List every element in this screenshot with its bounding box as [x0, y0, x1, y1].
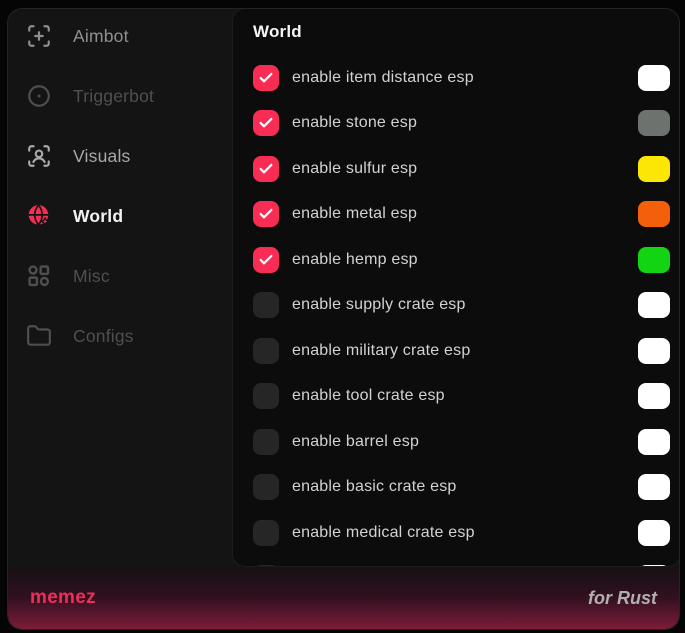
- sidebar-item-label: Triggerbot: [73, 86, 154, 107]
- sidebar-item-misc[interactable]: Misc: [25, 254, 233, 298]
- esp-color-swatch[interactable]: [638, 474, 670, 500]
- esp-setting-row: enable metal esp: [233, 192, 679, 238]
- sidebar: Aimbot Triggerbot Visuals World Misc Con…: [8, 9, 233, 567]
- esp-setting-label: enable military crate esp: [292, 342, 638, 360]
- esp-setting-label: enable medical crate esp: [292, 524, 638, 542]
- sidebar-item-label: Configs: [73, 326, 134, 347]
- sidebar-item-aimbot[interactable]: Aimbot: [25, 14, 233, 58]
- esp-checkbox[interactable]: [253, 474, 279, 500]
- esp-checkbox[interactable]: [253, 292, 279, 318]
- checkmark-icon: [258, 252, 274, 268]
- page-title: World: [253, 22, 302, 42]
- checkmark-icon: [258, 206, 274, 222]
- globe-icon: [25, 202, 53, 230]
- esp-color-swatch[interactable]: [638, 292, 670, 318]
- esp-checkbox[interactable]: [253, 520, 279, 546]
- esp-setting-label: enable tool crate esp: [292, 387, 638, 405]
- esp-color-swatch[interactable]: [638, 110, 670, 136]
- esp-color-swatch[interactable]: [638, 338, 670, 364]
- esp-setting-row: enable supply crate esp: [233, 283, 679, 329]
- esp-setting-label: enable sulfur esp: [292, 160, 638, 178]
- cheat-menu-window: Aimbot Triggerbot Visuals World Misc Con…: [8, 9, 679, 629]
- esp-checkbox[interactable]: [253, 247, 279, 273]
- crosshair-scan-icon: [25, 22, 53, 50]
- esp-checkbox[interactable]: [253, 429, 279, 455]
- esp-setting-label: enable supply crate esp: [292, 296, 638, 314]
- esp-color-swatch[interactable]: [638, 247, 670, 273]
- settings-list: enable item distance esp enable stone es…: [233, 55, 679, 566]
- esp-setting-row: enable military crate esp: [233, 328, 679, 374]
- folder-icon: [25, 322, 53, 350]
- circle-dot-icon: [25, 82, 53, 110]
- esp-setting-label: enable metal esp: [292, 205, 638, 223]
- esp-setting-row: enable basic crate esp: [233, 465, 679, 511]
- esp-checkbox[interactable]: [253, 565, 279, 566]
- esp-checkbox[interactable]: [253, 383, 279, 409]
- esp-setting-row: enable hemp esp: [233, 237, 679, 283]
- esp-color-swatch[interactable]: [638, 429, 670, 455]
- esp-checkbox[interactable]: [253, 65, 279, 91]
- esp-setting-label: enable barrel esp: [292, 433, 638, 451]
- esp-setting-label: enable basic crate esp: [292, 478, 638, 496]
- brand-suffix: for Rust: [588, 588, 657, 609]
- esp-color-swatch[interactable]: [638, 565, 670, 566]
- esp-color-swatch[interactable]: [638, 201, 670, 227]
- esp-checkbox[interactable]: [253, 201, 279, 227]
- sidebar-item-configs[interactable]: Configs: [25, 314, 233, 358]
- brand-logo: memez: [30, 587, 96, 609]
- shapes-grid-icon: [25, 262, 53, 290]
- esp-checkbox[interactable]: [253, 110, 279, 136]
- checkmark-icon: [258, 70, 274, 86]
- sidebar-item-label: Aimbot: [73, 26, 129, 47]
- sidebar-item-world[interactable]: World: [25, 194, 233, 238]
- esp-setting-row: enable stone esp: [233, 101, 679, 147]
- esp-setting-label: enable stone esp: [292, 114, 638, 132]
- sidebar-item-label: Visuals: [73, 146, 131, 167]
- world-panel: World enable item distance esp enable st…: [233, 9, 679, 566]
- esp-color-swatch[interactable]: [638, 520, 670, 546]
- checkmark-icon: [258, 115, 274, 131]
- esp-color-swatch[interactable]: [638, 65, 670, 91]
- footer-bar: memez for Rust: [8, 567, 679, 629]
- sidebar-item-visuals[interactable]: Visuals: [25, 134, 233, 178]
- sidebar-item-label: World: [73, 206, 123, 227]
- esp-setting-row: enable medical crate esp: [233, 510, 679, 556]
- esp-setting-row: enable sulfur esp: [233, 146, 679, 192]
- esp-setting-row: enable item distance esp: [233, 55, 679, 101]
- esp-checkbox[interactable]: [253, 156, 279, 182]
- esp-setting-row: [233, 556, 679, 567]
- esp-setting-row: enable barrel esp: [233, 419, 679, 465]
- esp-setting-label: enable hemp esp: [292, 251, 638, 269]
- esp-color-swatch[interactable]: [638, 156, 670, 182]
- sidebar-item-triggerbot[interactable]: Triggerbot: [25, 74, 233, 118]
- esp-checkbox[interactable]: [253, 338, 279, 364]
- sidebar-item-label: Misc: [73, 266, 110, 287]
- esp-color-swatch[interactable]: [638, 383, 670, 409]
- user-scan-icon: [25, 142, 53, 170]
- esp-setting-label: enable item distance esp: [292, 69, 638, 87]
- checkmark-icon: [258, 161, 274, 177]
- esp-setting-row: enable tool crate esp: [233, 374, 679, 420]
